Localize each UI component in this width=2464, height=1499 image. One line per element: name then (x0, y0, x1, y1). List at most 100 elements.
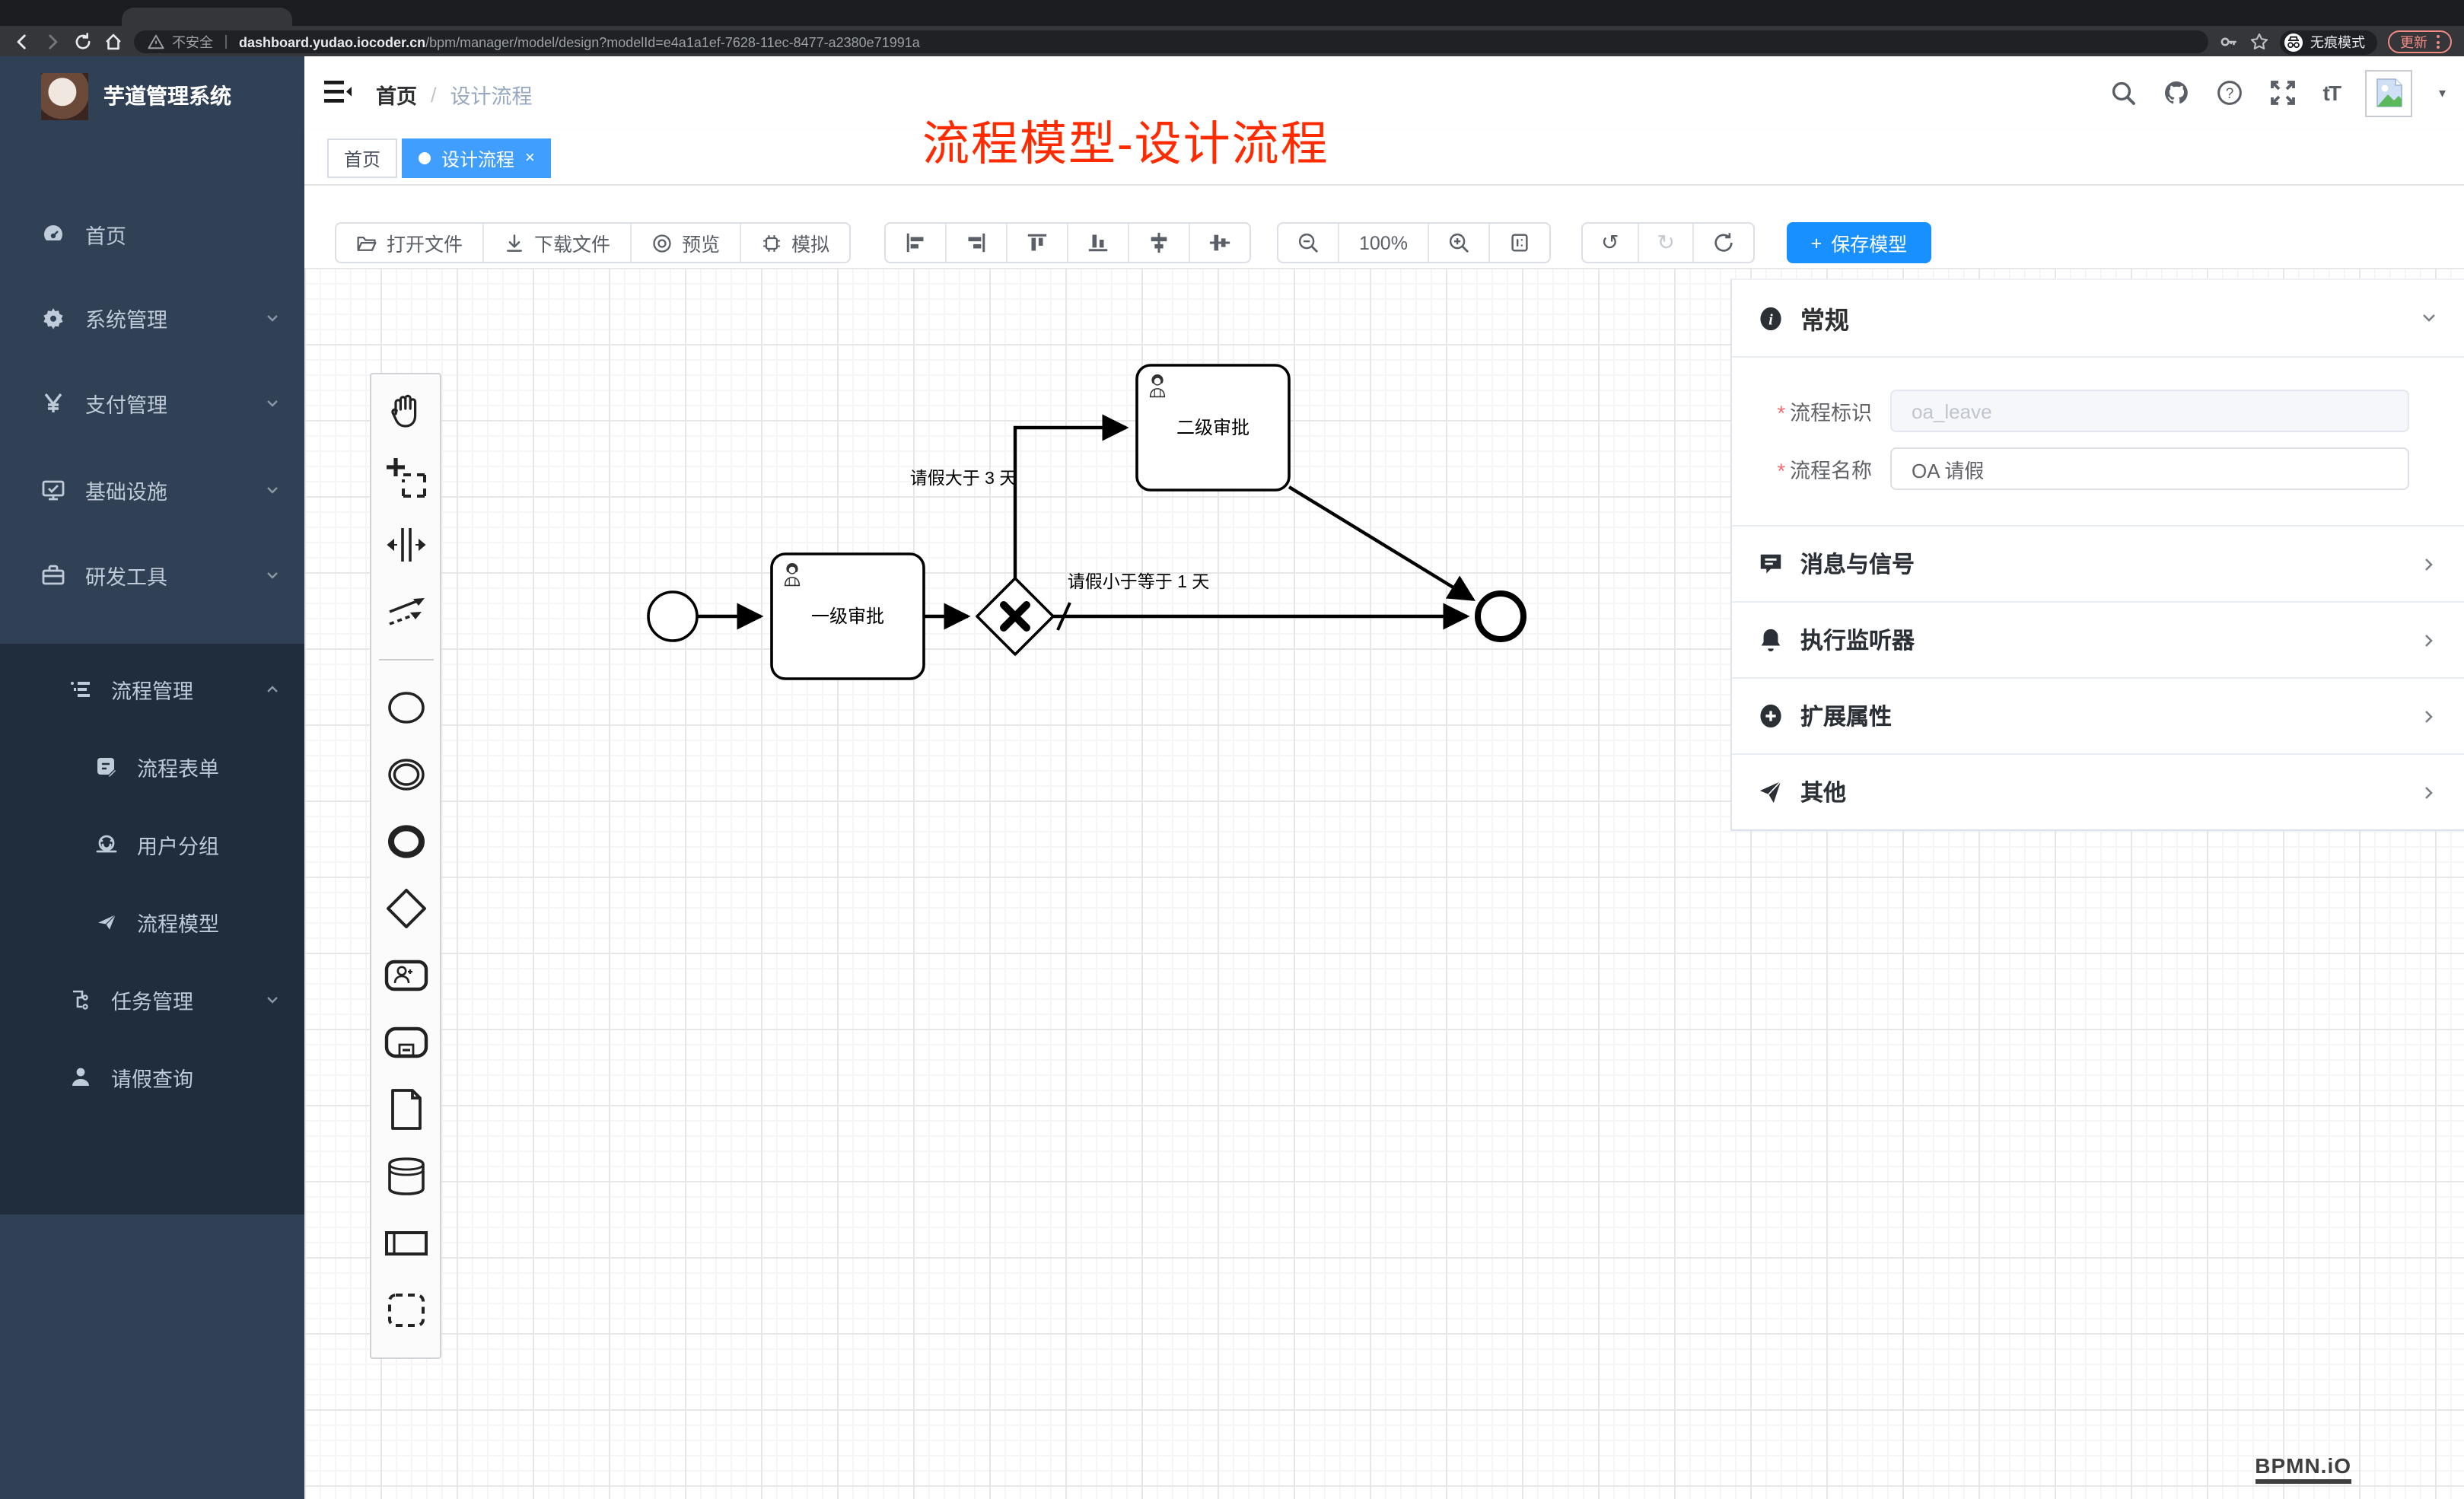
tab-label: 设计流程 (441, 145, 514, 171)
space-tool-icon[interactable] (383, 522, 428, 568)
avatar[interactable] (2366, 69, 2413, 116)
avatar-caret-icon[interactable]: ▾ (2439, 84, 2446, 101)
font-size-icon[interactable]: tT (2323, 81, 2340, 105)
preview-button[interactable]: 预览 (632, 224, 741, 262)
undo-button[interactable]: ↺ (1583, 224, 1638, 262)
password-key-icon[interactable] (2219, 32, 2239, 52)
close-tab-icon[interactable]: × (525, 149, 535, 167)
sidebar-item-payment[interactable]: 支付管理 (0, 361, 304, 446)
section-extended-attributes[interactable]: 扩展属性 (1732, 677, 2464, 753)
create-group-icon[interactable] (383, 1287, 428, 1333)
browser-tab[interactable] (122, 8, 292, 26)
align-top-button[interactable] (1008, 224, 1068, 262)
process-name-input[interactable] (1890, 447, 2409, 490)
edge-label-le1[interactable]: 请假小于等于 1 天 (1068, 571, 1210, 591)
address-bar[interactable]: 不安全 dashboard.yudao.iocoder.cn/bpm/manag… (134, 30, 2208, 53)
section-message-signal[interactable]: 消息与信号 (1732, 525, 2464, 601)
address-divider (225, 35, 227, 49)
create-intermediate-event-icon[interactable] (383, 752, 428, 797)
browser-update-button[interactable]: 更新 (2388, 30, 2452, 53)
tab-label: 首页 (344, 145, 380, 171)
browser-menu-icon[interactable] (2437, 35, 2440, 49)
forward-icon[interactable] (43, 32, 62, 52)
tab-design-process[interactable]: 设计流程 × (402, 138, 552, 178)
sidebar-item-label: 首页 (85, 219, 126, 250)
back-icon[interactable] (12, 32, 32, 52)
restart-button[interactable] (1695, 224, 1754, 262)
user-task-level2[interactable]: 二级审批 (1137, 365, 1289, 490)
tags-view-bar: 首页 设计流程 × (304, 129, 2464, 186)
zoom-reset-button[interactable] (1490, 224, 1549, 262)
hand-tool-icon[interactable] (383, 388, 428, 434)
tab-home[interactable]: 首页 (327, 138, 397, 178)
create-end-event-icon[interactable] (383, 819, 428, 864)
zoom-level: 100% (1339, 224, 1429, 262)
user-task-level1[interactable]: 一级审批 (772, 554, 924, 679)
align-bottom-button[interactable] (1068, 224, 1129, 262)
sidebar-item-dev-tools[interactable]: 研发工具 (0, 533, 304, 618)
sidebar-item-leave-query[interactable]: 请假查询 (0, 1038, 304, 1115)
exclusive-gateway[interactable] (977, 578, 1053, 654)
home-icon[interactable] (103, 32, 123, 52)
reload-icon[interactable] (73, 32, 93, 52)
sidebar-item-process-model[interactable]: 流程模型 (0, 883, 304, 960)
zoom-out-button[interactable] (1278, 224, 1339, 262)
create-user-task-icon[interactable] (383, 953, 428, 998)
end-event[interactable] (1478, 594, 1523, 639)
align-left-button[interactable] (886, 224, 947, 262)
create-participant-icon[interactable] (383, 1221, 428, 1266)
tree-list-icon (68, 676, 93, 701)
create-data-store-icon[interactable] (383, 1154, 428, 1199)
section-execution-listener[interactable]: 执行监听器 (1732, 601, 2464, 677)
save-model-button[interactable]: + 保存模型 (1787, 222, 1931, 263)
security-label: 不安全 (172, 32, 213, 52)
redo-icon: ↻ (1657, 230, 1674, 256)
create-start-event-icon[interactable] (383, 685, 428, 730)
github-icon[interactable] (2163, 79, 2191, 107)
zoom-level-value: 100% (1359, 232, 1408, 253)
zoom-in-button[interactable] (1429, 224, 1490, 262)
user-group-icon (94, 832, 119, 856)
collapse-sidebar-icon[interactable] (324, 79, 352, 105)
designer-toolbar: 打开文件 下载文件 预览 模拟 100% (304, 186, 2464, 268)
form-icon (94, 754, 119, 778)
create-subprocess-icon[interactable] (383, 1020, 428, 1065)
sidebar-item-user-group[interactable]: 用户分组 (0, 805, 304, 883)
url-path: /bpm/manager/model/design?modelId=e4a1a1… (425, 34, 920, 49)
chevron-right-icon (2420, 631, 2438, 649)
bookmark-star-icon[interactable] (2249, 32, 2269, 52)
download-file-button[interactable]: 下载文件 (484, 224, 632, 262)
redo-button[interactable]: ↻ (1638, 224, 1694, 262)
person-icon (68, 1065, 93, 1089)
fullscreen-icon[interactable] (2270, 79, 2297, 107)
flow-task2-to-end[interactable] (1289, 487, 1473, 600)
help-icon[interactable]: ? (2217, 79, 2244, 107)
process-key-input[interactable] (1890, 390, 2409, 432)
simulate-button[interactable]: 模拟 (741, 224, 849, 262)
create-data-object-icon[interactable] (383, 1087, 428, 1132)
folder-open-icon (356, 232, 377, 253)
align-center-horizontal-button[interactable] (1190, 224, 1250, 262)
lasso-tool-icon[interactable] (383, 455, 428, 501)
plus-circle-icon (1758, 703, 1784, 729)
global-connect-tool-icon[interactable] (383, 589, 428, 635)
sidebar-item-infrastructure[interactable]: 基础设施 (0, 447, 304, 533)
open-file-button[interactable]: 打开文件 (336, 224, 484, 262)
breadcrumb-home[interactable]: 首页 (376, 79, 417, 110)
search-icon[interactable] (2110, 79, 2138, 107)
sidebar-item-process-form[interactable]: 流程表单 (0, 727, 304, 805)
toolbox-icon (41, 563, 65, 587)
sidebar-item-process-management[interactable]: 流程管理 (0, 650, 304, 727)
sidebar-item-task-management[interactable]: 任务管理 (0, 960, 304, 1038)
align-center-vertical-button[interactable] (1129, 224, 1190, 262)
flow-gateway-to-task2[interactable] (1015, 428, 1126, 580)
sidebar-item-system[interactable]: 系统管理 (0, 275, 304, 361)
info-icon: i (1758, 305, 1784, 331)
edge-label-gt3[interactable]: 请假大于 3 天 (910, 468, 1017, 488)
sidebar-item-home[interactable]: 首页 (0, 192, 304, 277)
section-other[interactable]: 其他 (1732, 753, 2464, 829)
section-general[interactable]: i 常规 (1732, 280, 2464, 356)
create-gateway-icon[interactable] (383, 886, 428, 931)
start-event[interactable] (648, 592, 697, 641)
align-right-button[interactable] (947, 224, 1008, 262)
